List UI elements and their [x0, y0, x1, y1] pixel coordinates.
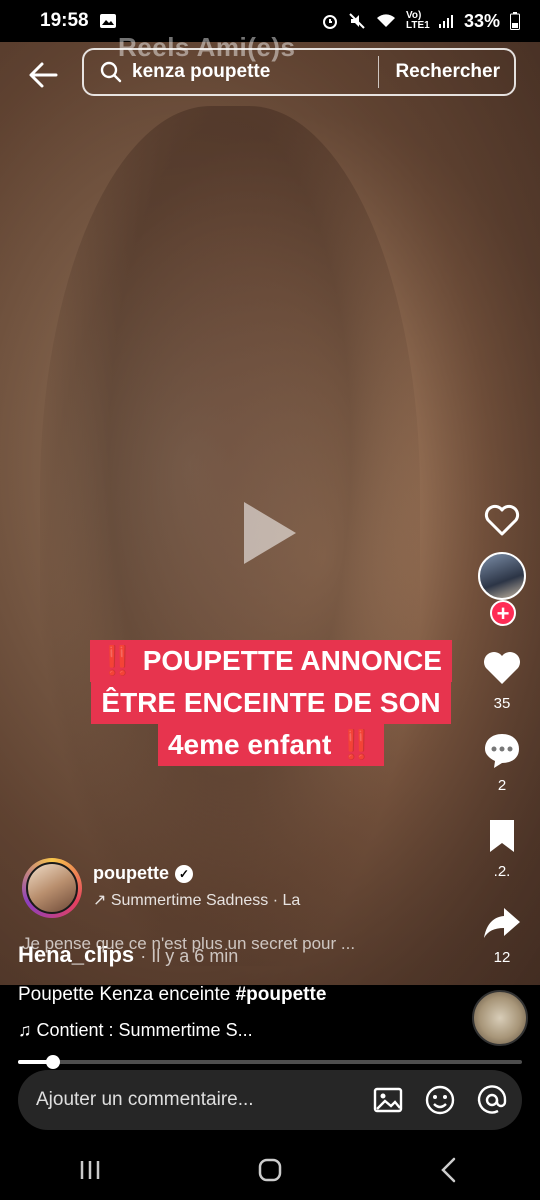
- alarm-icon: [322, 15, 337, 29]
- system-nav-bar: [0, 1140, 540, 1200]
- search-button[interactable]: Rechercher: [379, 61, 514, 83]
- embedded-avatar: [22, 858, 82, 918]
- comment-bar[interactable]: Ajouter un commentaire...: [18, 1070, 522, 1130]
- post-author-row[interactable]: Hena_clips · Il y a 6 min: [18, 942, 238, 968]
- share-icon[interactable]: [482, 902, 522, 942]
- creator-avatar-follow[interactable]: +: [474, 552, 530, 632]
- embedded-author: poupette ✓: [93, 863, 193, 884]
- caption-line-3: 4eme enfant ‼️: [157, 724, 385, 766]
- battery-percent: 33%: [463, 10, 500, 31]
- rail-heart-outline[interactable]: [474, 500, 530, 545]
- wifi-icon: [376, 14, 395, 27]
- bookmark-icon[interactable]: [482, 816, 522, 856]
- save-count: .2.: [493, 863, 511, 880]
- emoji-icon[interactable]: [424, 1084, 456, 1116]
- avatar[interactable]: [478, 552, 526, 600]
- post-author[interactable]: Hena_clips: [18, 942, 134, 967]
- post-music[interactable]: ♫ Contient : Summertime S...: [18, 1020, 253, 1041]
- network-label: Vo) LTE1: [405, 10, 430, 31]
- search-bar[interactable]: kenza poupette Rechercher: [82, 48, 516, 96]
- comment-input[interactable]: Ajouter un commentaire...: [36, 1089, 352, 1111]
- search-input[interactable]: kenza poupette: [132, 61, 378, 83]
- video-progress-bar[interactable]: [18, 1055, 522, 1069]
- follow-plus-icon[interactable]: +: [490, 600, 516, 626]
- back-icon[interactable]: [433, 1153, 467, 1187]
- post-description[interactable]: Poupette Kenza enceinte #poupette: [18, 984, 326, 1006]
- back-arrow-icon[interactable]: [26, 58, 60, 92]
- comment-icon[interactable]: [482, 730, 522, 770]
- rail-comment[interactable]: 2: [474, 730, 530, 794]
- music-disc-icon[interactable]: [472, 990, 528, 1046]
- share-count: 12: [493, 949, 511, 966]
- heart-outline-icon[interactable]: [482, 500, 522, 540]
- search-icon: [100, 61, 122, 83]
- verified-icon: ✓: [175, 864, 193, 883]
- mute-icon: [349, 13, 365, 29]
- caption-line-2: ÊTRE ENCEINTE DE SON: [91, 682, 451, 724]
- video-caption: ‼️ POUPETTE ANNONCE ÊTRE ENCEINTE DE SON…: [72, 640, 470, 766]
- comment-count: 2: [497, 777, 507, 794]
- mention-icon[interactable]: [476, 1084, 508, 1116]
- video-frame-subject: [40, 106, 420, 966]
- battery-icon: [510, 12, 520, 30]
- post-description-text: Poupette Kenza enceinte: [18, 984, 236, 1005]
- image-icon[interactable]: [372, 1084, 404, 1116]
- caption-line-1: ‼️ POUPETTE ANNONCE: [90, 640, 452, 682]
- like-count: 35: [493, 695, 511, 712]
- rail-save[interactable]: .2.: [474, 816, 530, 880]
- heart-icon[interactable]: [482, 648, 522, 688]
- signal-icon: [438, 15, 453, 28]
- rail-like[interactable]: 35: [474, 648, 530, 712]
- rail-share[interactable]: 12: [474, 902, 530, 966]
- hashtag-link[interactable]: #poupette: [236, 984, 327, 1005]
- play-icon[interactable]: [240, 498, 300, 568]
- status-time: 19:58: [40, 10, 89, 31]
- gallery-notification-icon: [99, 14, 116, 28]
- home-icon[interactable]: [253, 1153, 287, 1187]
- recents-icon[interactable]: [73, 1153, 107, 1187]
- embedded-author-name: poupette: [93, 863, 169, 883]
- embedded-sound: ↗ Summertime Sadness · La: [93, 892, 301, 909]
- post-time-ago: · Il y a 6 min: [140, 946, 239, 966]
